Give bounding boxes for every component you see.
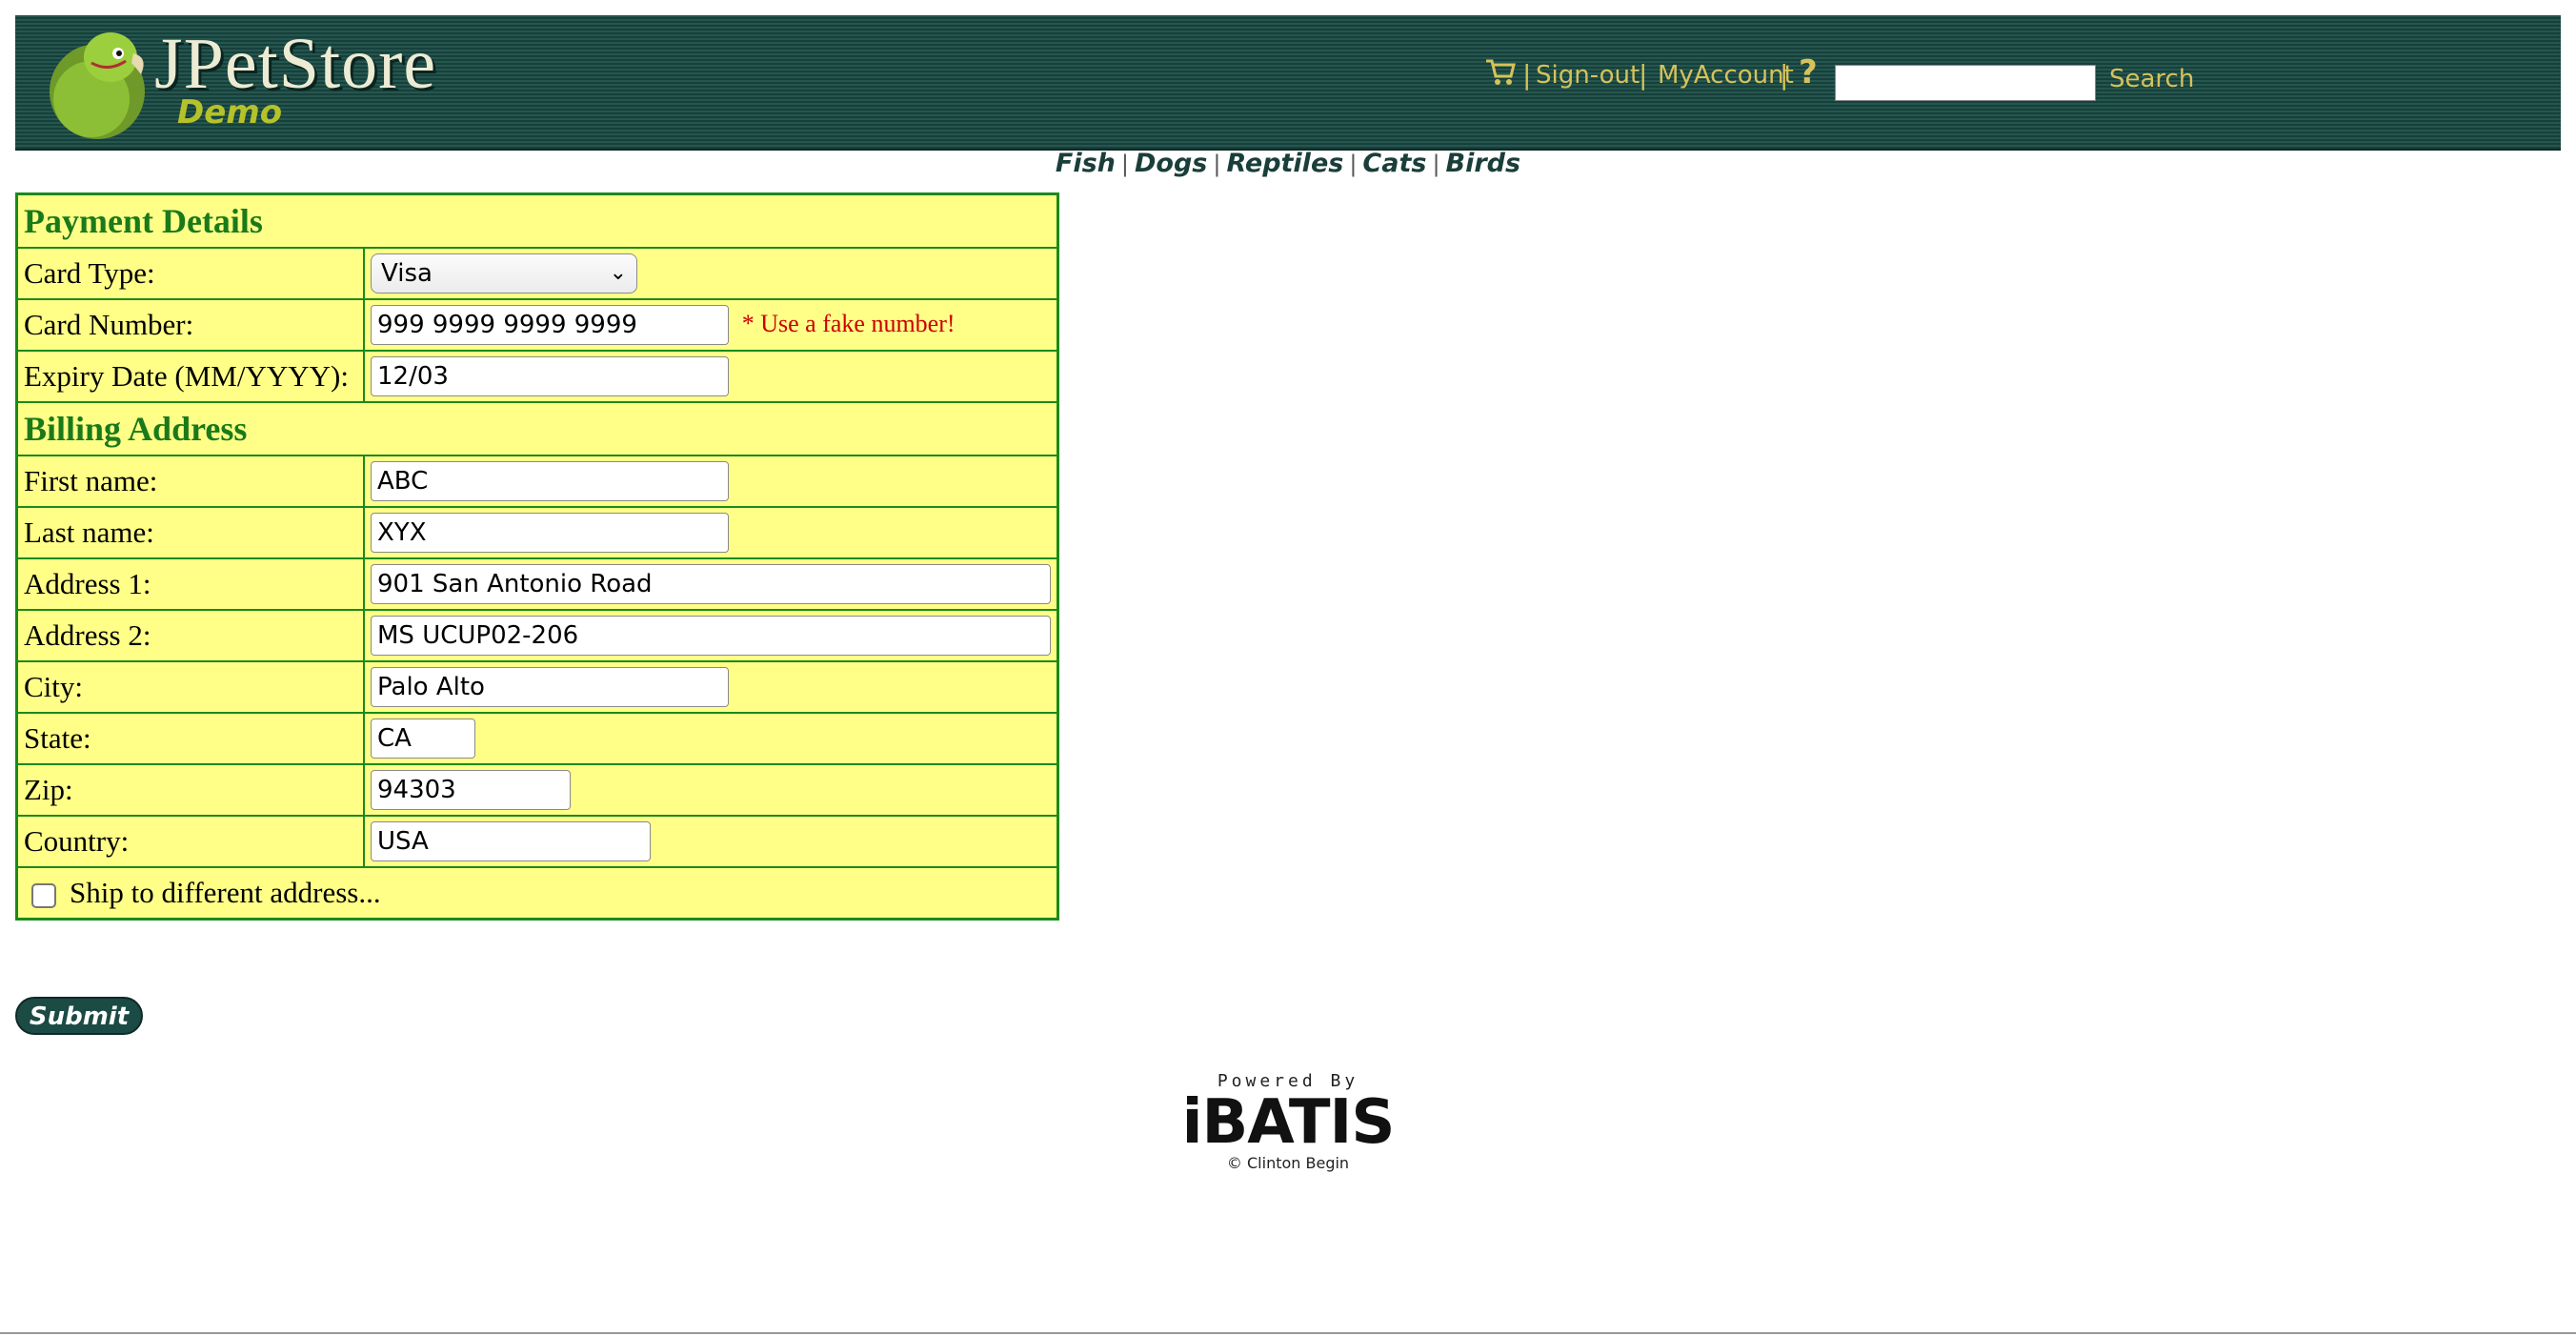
order-form-table: Payment Details Card Type: Visa ⌄ Card N… bbox=[15, 192, 1059, 921]
billing-address-heading: Billing Address bbox=[15, 401, 1059, 456]
header-separator: | bbox=[1639, 59, 1648, 91]
powered-by-ibatis-logo[interactable]: Powered By iBATIS © Clinton Begin bbox=[1181, 1071, 1396, 1182]
category-separator: | bbox=[1349, 151, 1358, 177]
card-type-selected-value: Visa bbox=[381, 259, 433, 288]
first-name-label: First name: bbox=[15, 455, 365, 508]
city-field[interactable] bbox=[371, 667, 729, 707]
expiry-date-field[interactable] bbox=[371, 356, 729, 396]
category-link-cats[interactable]: Cats bbox=[1362, 149, 1426, 178]
country-field[interactable] bbox=[371, 821, 651, 861]
address1-cell bbox=[363, 557, 1059, 611]
logo-subtitle: Demo bbox=[177, 93, 283, 132]
category-link-birds[interactable]: Birds bbox=[1446, 149, 1521, 178]
submit-button[interactable]: Submit bbox=[15, 997, 143, 1035]
country-cell bbox=[363, 815, 1059, 868]
chevron-down-icon: ⌄ bbox=[609, 261, 627, 285]
category-separator: | bbox=[1213, 151, 1221, 177]
card-type-label: Card Type: bbox=[15, 247, 365, 300]
city-label: City: bbox=[15, 660, 365, 714]
zip-field[interactable] bbox=[371, 770, 571, 810]
bottom-divider bbox=[0, 1332, 2576, 1334]
zip-cell bbox=[363, 763, 1059, 817]
card-number-label: Card Number: bbox=[15, 298, 365, 352]
last-name-field[interactable] bbox=[371, 513, 729, 553]
address1-field[interactable] bbox=[371, 564, 1051, 604]
address2-field[interactable] bbox=[371, 616, 1051, 656]
category-link-fish[interactable]: Fish bbox=[1056, 149, 1116, 178]
category-link-reptiles[interactable]: Reptiles bbox=[1226, 149, 1343, 178]
signout-link[interactable]: Sign-out bbox=[1536, 61, 1640, 90]
zip-label: Zip: bbox=[15, 763, 365, 817]
ibatis-logo-text: iBATIS bbox=[1181, 1087, 1396, 1158]
header-separator: | bbox=[1780, 59, 1789, 91]
ship-different-row: Ship to different address... bbox=[15, 866, 1059, 920]
card-type-select[interactable]: Visa ⌄ bbox=[371, 253, 637, 294]
card-number-cell: * Use a fake number! bbox=[363, 298, 1059, 352]
ship-different-label: Ship to different address... bbox=[70, 875, 381, 909]
help-icon[interactable]: ? bbox=[1799, 53, 1818, 91]
address2-cell bbox=[363, 609, 1059, 662]
category-link-dogs[interactable]: Dogs bbox=[1135, 149, 1207, 178]
state-field[interactable] bbox=[371, 719, 475, 759]
last-name-cell bbox=[363, 506, 1059, 559]
last-name-label: Last name: bbox=[15, 506, 365, 559]
ship-different-checkbox[interactable] bbox=[31, 882, 56, 908]
state-cell bbox=[363, 712, 1059, 765]
address2-label: Address 2: bbox=[15, 609, 365, 662]
expiry-date-cell bbox=[363, 350, 1059, 403]
search-button[interactable]: Search bbox=[2109, 65, 2194, 93]
card-type-cell: Visa ⌄ bbox=[363, 247, 1059, 300]
card-number-note: * Use a fake number! bbox=[741, 310, 956, 338]
expiry-date-label: Expiry Date (MM/YYYY): bbox=[15, 350, 365, 403]
first-name-cell bbox=[363, 455, 1059, 508]
first-name-field[interactable] bbox=[371, 461, 729, 501]
address1-label: Address 1: bbox=[15, 557, 365, 611]
state-label: State: bbox=[15, 712, 365, 765]
payment-details-heading: Payment Details bbox=[15, 192, 1059, 249]
myaccount-link[interactable]: MyAccount bbox=[1658, 61, 1794, 90]
parrot-logo-icon[interactable] bbox=[42, 25, 154, 141]
category-menu: Fish | Dogs | Reptiles | Cats | Birds bbox=[0, 149, 2576, 178]
city-cell bbox=[363, 660, 1059, 714]
category-separator: | bbox=[1120, 151, 1129, 177]
country-label: Country: bbox=[15, 815, 365, 868]
category-separator: | bbox=[1432, 151, 1440, 177]
card-number-field[interactable] bbox=[371, 305, 729, 345]
header-bar: JPetStore Demo | Sign-out | MyAccount | … bbox=[15, 15, 2561, 151]
header-separator: | bbox=[1522, 59, 1532, 91]
shopping-cart-icon[interactable] bbox=[1484, 57, 1517, 86]
search-input[interactable] bbox=[1835, 65, 2096, 101]
